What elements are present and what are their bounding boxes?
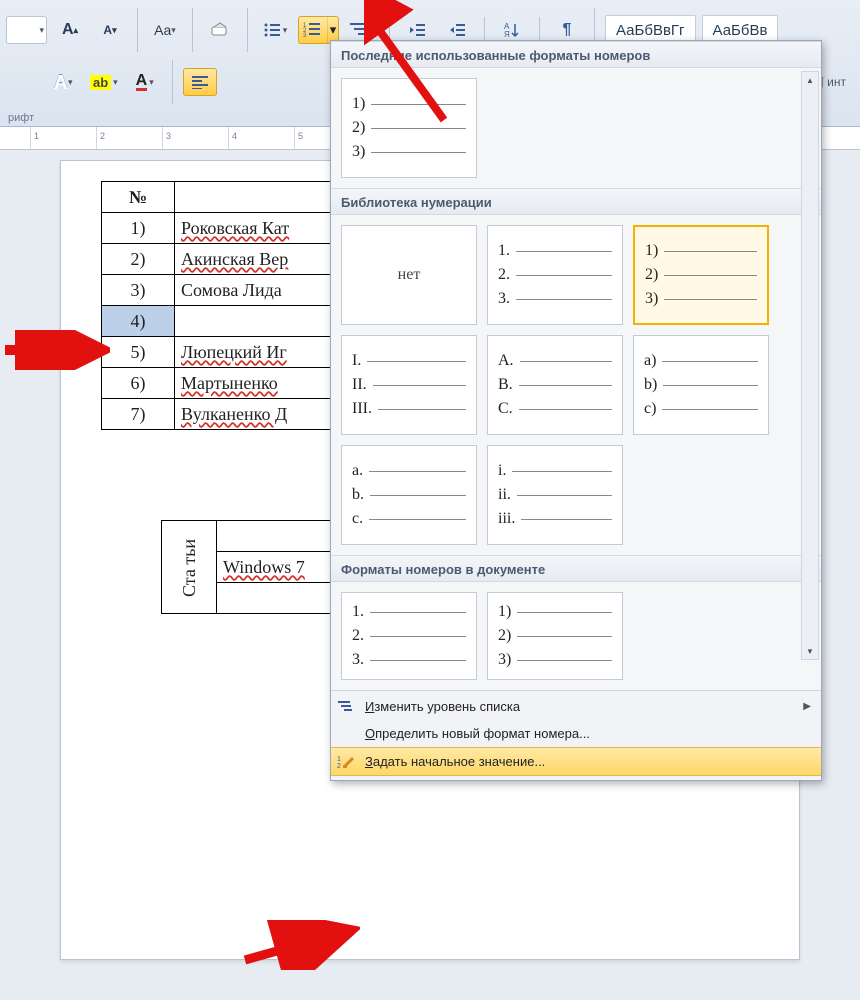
gallery-scrollbar[interactable]: ▲ ▼ <box>801 71 819 660</box>
sort-icon: AЯ <box>504 22 520 38</box>
menu-define-new[interactable]: Определить новый формат номера... <box>331 720 821 747</box>
swatch-doc-1[interactable]: 1. 2. 3. <box>341 592 477 680</box>
table-row[interactable]: 3)Сомова Лида <box>102 275 368 306</box>
font-group-label: рифт <box>8 112 34 124</box>
svg-text:3: 3 <box>303 33 307 38</box>
swatch-lib-5[interactable]: A. B. C. <box>487 335 623 435</box>
multilevel-icon <box>350 22 368 38</box>
svg-text:1: 1 <box>337 756 341 763</box>
gallery-section-library: Библиотека нумерации <box>331 188 821 215</box>
articles-side-label: Ста тьи <box>162 521 217 614</box>
bullets-button[interactable]: ▾ <box>258 16 292 44</box>
table-row-selected[interactable]: 4) <box>102 306 368 337</box>
highlight-button[interactable]: ab ▾ <box>86 68 122 96</box>
swatch-lib-7[interactable]: a. b. c. <box>341 445 477 545</box>
numbering-gallery: Последние использованные форматы номеров… <box>330 40 822 781</box>
gallery-menu: Изменить уровень списка ▶ Определить нов… <box>331 690 821 778</box>
swatch-lib-6[interactable]: a) b) c) <box>633 335 769 435</box>
svg-text:Я: Я <box>504 30 510 38</box>
table-row[interactable]: 7)Вулканенко Д <box>102 399 368 430</box>
table-row[interactable]: 6)Мартыненко <box>102 368 368 399</box>
swatch-recent-1[interactable]: 1) 2) 3) <box>341 78 477 178</box>
shrink-font-button[interactable]: A▾ <box>93 16 127 44</box>
swatch-lib-2[interactable]: 1. 2. 3. <box>487 225 623 325</box>
change-case-button[interactable]: Aa▾ <box>148 16 182 44</box>
menu-set-value[interactable]: 12 Задать начальное значение... <box>331 747 821 776</box>
bullets-icon <box>263 22 281 38</box>
clear-formatting-button[interactable] <box>203 16 237 44</box>
set-value-icon: 12 <box>337 753 355 771</box>
indent-icon <box>449 23 465 37</box>
table-header-number: № <box>102 182 175 213</box>
table-row[interactable]: 2)Акинская Вер <box>102 244 368 275</box>
font-size-dropdown[interactable]: ▾ <box>6 16 47 44</box>
eraser-icon <box>210 21 230 39</box>
align-left-icon <box>192 75 208 89</box>
gallery-section-indoc: Форматы номеров в документе <box>331 555 821 582</box>
swatch-lib-4[interactable]: I. II. III. <box>341 335 477 435</box>
align-left-button[interactable] <box>183 68 217 96</box>
numbering-icon: 123 <box>303 22 321 38</box>
svg-text:2: 2 <box>337 763 341 770</box>
outdent-icon <box>409 23 425 37</box>
scroll-up-icon[interactable]: ▲ <box>802 72 818 88</box>
names-table[interactable]: № 1)Роковская Кат 2)Акинская Вер 3)Сомов… <box>101 181 368 430</box>
table-row[interactable]: 1)Роковская Кат <box>102 213 368 244</box>
indent-levels-icon <box>337 698 355 716</box>
table-row[interactable]: 5)Люпецкий Иг <box>102 337 368 368</box>
swatch-lib-8[interactable]: i. ii. iii. <box>487 445 623 545</box>
swatch-none[interactable]: нет <box>341 225 477 325</box>
swatch-doc-2[interactable]: 1) 2) 3) <box>487 592 623 680</box>
grow-font-button[interactable]: A▴ <box>53 16 87 44</box>
scroll-down-icon[interactable]: ▼ <box>802 643 818 659</box>
swatch-lib-3-selected[interactable]: 1) 2) 3) <box>633 225 769 325</box>
gallery-section-recent: Последние использованные форматы номеров <box>331 41 821 68</box>
submenu-arrow-icon: ▶ <box>803 701 811 712</box>
font-color-button[interactable]: A ▾ <box>128 68 162 96</box>
menu-change-level[interactable]: Изменить уровень списка ▶ <box>331 693 821 720</box>
text-effects-button[interactable]: A▾ <box>46 68 80 96</box>
